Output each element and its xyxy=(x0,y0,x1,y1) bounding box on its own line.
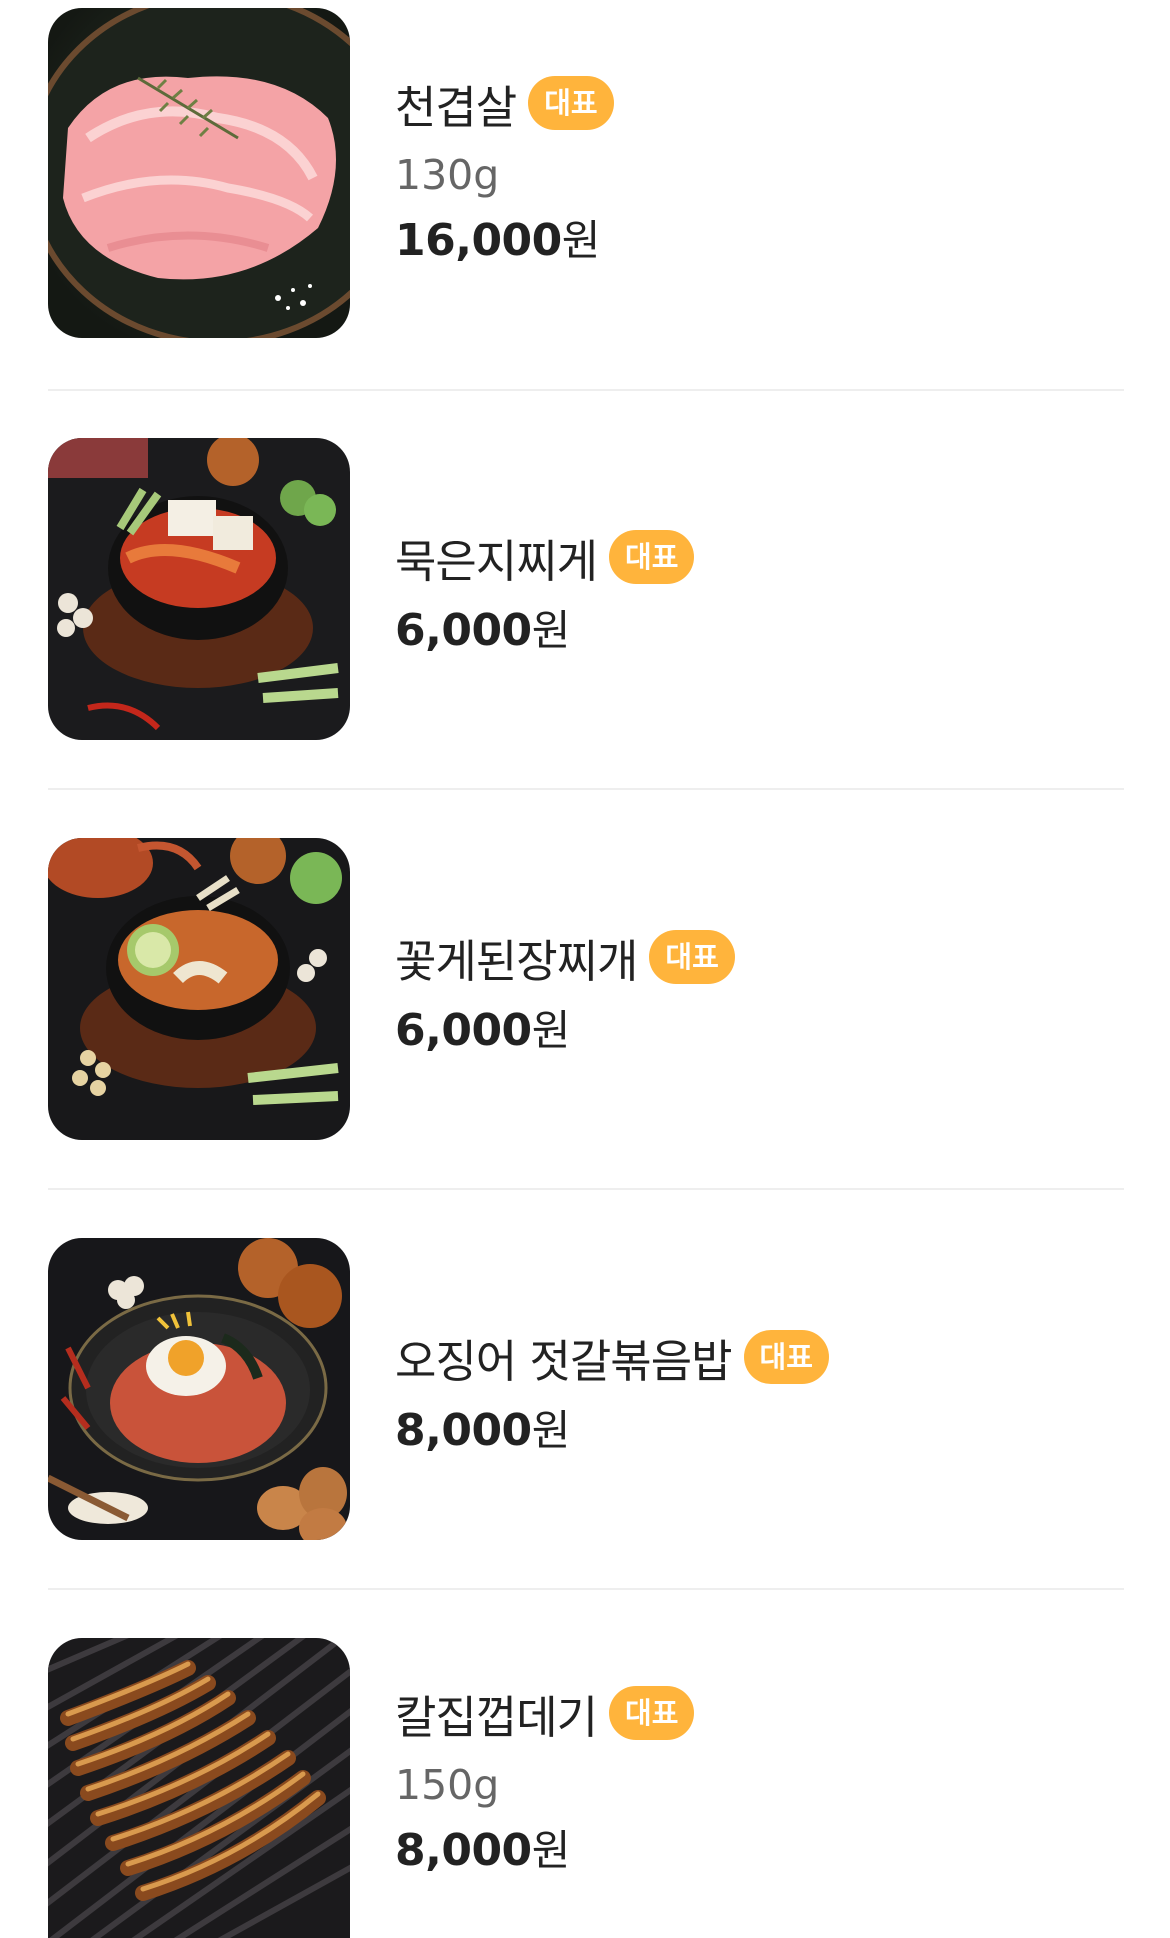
item-name-row: 천겹살 대표 xyxy=(395,70,614,136)
price-currency: 원 xyxy=(531,1406,571,1455)
item-name-row: 칼집껍데기 대표 xyxy=(395,1680,695,1746)
signature-badge: 대표 xyxy=(649,930,735,984)
price-currency: 원 xyxy=(531,606,571,655)
price-value: 16,000 xyxy=(395,215,562,266)
item-weight: 130g xyxy=(395,151,500,199)
signature-badge: 대표 xyxy=(609,530,695,584)
signature-badge: 대표 xyxy=(609,1686,695,1740)
price-value: 8,000 xyxy=(395,1405,532,1456)
price-value: 6,000 xyxy=(395,1005,532,1056)
signature-badge: 대표 xyxy=(528,76,614,130)
squid-fried-rice-photo xyxy=(48,1238,350,1540)
menu-item[interactable]: 칼집껍데기 대표 150g 8,000원 xyxy=(48,1638,1124,1938)
item-info: 묵은지찌게 대표 6,000원 xyxy=(395,524,695,658)
kimchi-stew-photo xyxy=(48,438,350,740)
grilled-pork-skin-photo xyxy=(48,1638,350,1938)
item-info: 칼집껍데기 대표 150g 8,000원 xyxy=(395,1680,695,1878)
price-value: 6,000 xyxy=(395,605,532,656)
item-name-row: 오징어 젓갈볶음밥 대표 xyxy=(395,1324,829,1390)
item-name: 꽃게된장찌개 xyxy=(395,934,638,988)
menu-item[interactable]: 천겹살 대표 130g 16,000원 xyxy=(48,8,1124,391)
menu-item[interactable]: 묵은지찌게 대표 6,000원 xyxy=(48,438,1124,790)
pork-belly-photo xyxy=(48,8,350,338)
item-price: 8,000원 xyxy=(395,1824,694,1878)
item-divider xyxy=(48,1588,1124,1590)
item-info: 오징어 젓갈볶음밥 대표 8,000원 xyxy=(395,1324,829,1458)
item-name: 오징어 젓갈볶음밥 xyxy=(395,1334,733,1388)
item-name: 천겹살 xyxy=(395,80,517,134)
item-divider xyxy=(48,788,1124,790)
menu-item[interactable]: 꽃게된장찌개 대표 6,000원 xyxy=(48,838,1124,1190)
item-price: 16,000원 xyxy=(395,214,614,268)
item-weight: 150g xyxy=(395,1761,500,1809)
item-name-row: 꽃게된장찌개 대표 xyxy=(395,924,735,990)
item-info: 꽃게된장찌개 대표 6,000원 xyxy=(395,924,735,1058)
signature-badge: 대표 xyxy=(743,1330,829,1384)
crab-soybean-stew-photo xyxy=(48,838,350,1140)
item-divider xyxy=(48,1188,1124,1190)
price-currency: 원 xyxy=(531,1826,571,1875)
item-price: 8,000원 xyxy=(395,1404,829,1458)
item-price: 6,000원 xyxy=(395,604,694,658)
price-value: 8,000 xyxy=(395,1825,532,1876)
item-divider xyxy=(48,389,1124,391)
item-name-row: 묵은지찌게 대표 xyxy=(395,524,695,590)
price-currency: 원 xyxy=(531,1006,571,1055)
item-info: 천겹살 대표 130g 16,000원 xyxy=(395,70,614,268)
menu-list: 천겹살 대표 130g 16,000원 묵은지찌게 대표 6,000원 꽃게된장… xyxy=(0,0,1170,1938)
item-name: 칼집껍데기 xyxy=(395,1690,598,1744)
price-currency: 원 xyxy=(561,216,601,265)
item-price: 6,000원 xyxy=(395,1004,735,1058)
menu-item[interactable]: 오징어 젓갈볶음밥 대표 8,000원 xyxy=(48,1238,1124,1590)
item-name: 묵은지찌게 xyxy=(395,534,598,588)
